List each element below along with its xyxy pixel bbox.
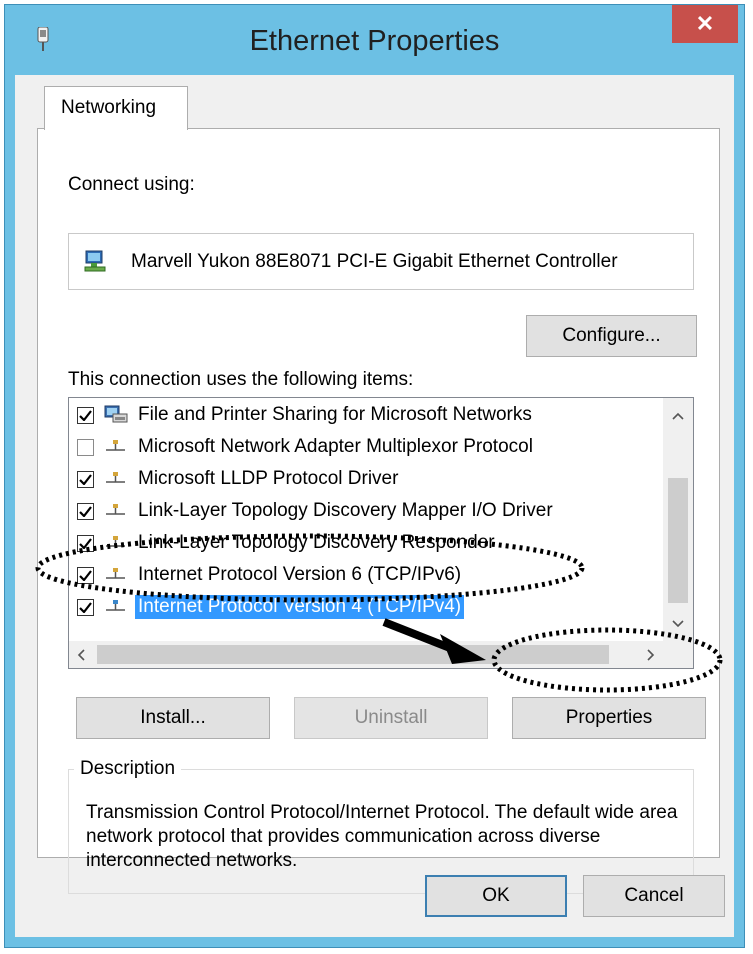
items-label: This connection uses the following items…: [68, 369, 414, 390]
list-item[interactable]: Internet Protocol Version 6 (TCP/IPv6): [77, 560, 464, 590]
list-item[interactable]: Link-Layer Topology Discovery Mapper I/O…: [77, 496, 556, 526]
dialog-client-area: Networking Connect using: Marvell Yukon …: [15, 75, 734, 937]
configure-button[interactable]: Configure...: [526, 315, 697, 357]
checkbox[interactable]: [77, 502, 94, 520]
cancel-button[interactable]: Cancel: [583, 875, 725, 917]
adapter-box: Marvell Yukon 88E8071 PCI-E Gigabit Ethe…: [68, 233, 694, 290]
connect-using-label: Connect using:: [68, 174, 195, 195]
item-label: Link-Layer Topology Discovery Mapper I/O…: [138, 500, 553, 521]
list-item-selected[interactable]: Internet Protocol Version 4 (TCP/IPv4): [77, 592, 465, 622]
description-text: Transmission Control Protocol/Internet P…: [86, 802, 678, 871]
chevron-down-icon[interactable]: [672, 620, 684, 628]
item-label: Internet Protocol Version 4 (TCP/IPv4): [135, 595, 465, 619]
item-label: File and Printer Sharing for Microsoft N…: [138, 404, 532, 425]
adapter-name: Marvell Yukon 88E8071 PCI-E Gigabit Ethe…: [131, 251, 618, 272]
list-item[interactable]: Microsoft LLDP Protocol Driver: [77, 464, 401, 494]
horizontal-scroll-thumb[interactable]: [97, 645, 609, 664]
properties-button[interactable]: Properties: [512, 697, 706, 739]
checkbox[interactable]: [77, 598, 94, 616]
window-title: Ethernet Properties: [249, 25, 500, 57]
description-label: Description: [74, 758, 182, 780]
checkbox[interactable]: [77, 470, 94, 488]
networking-panel: Connect using: Marvell Yukon 88E8071 PCI…: [37, 128, 720, 894]
ok-button[interactable]: OK: [425, 875, 567, 917]
item-label: Internet Protocol Version 6 (TCP/IPv6): [138, 564, 462, 585]
chevron-left-icon[interactable]: [77, 649, 85, 661]
title-bar[interactable]: Ethernet Properties ✕: [5, 5, 744, 75]
horizontal-scrollbar[interactable]: [69, 641, 665, 668]
chevron-right-icon[interactable]: [647, 649, 655, 661]
checkbox[interactable]: [77, 406, 94, 424]
protocol-icon: [106, 472, 125, 483]
protocol-icon: [106, 440, 125, 451]
dialog-window: Ethernet Properties ✕ Networking Connect…: [4, 4, 745, 948]
checkbox[interactable]: [77, 534, 94, 552]
checkbox[interactable]: [77, 438, 94, 456]
close-button[interactable]: ✕: [672, 5, 738, 43]
install-button[interactable]: Install...: [76, 697, 270, 739]
list-item[interactable]: Microsoft Network Adapter Multiplexor Pr…: [77, 432, 536, 462]
item-label: Microsoft Network Adapter Multiplexor Pr…: [138, 436, 533, 457]
protocol-icon: [106, 504, 125, 515]
protocol-icon: [106, 600, 125, 611]
item-label: Link-Layer Topology Discovery Responder: [138, 532, 495, 553]
protocol-icon: [106, 536, 125, 547]
item-label: Microsoft LLDP Protocol Driver: [138, 468, 399, 489]
checkbox[interactable]: [77, 566, 94, 584]
protocol-icon: [106, 568, 125, 579]
list-item[interactable]: Link-Layer Topology Discovery Responder: [77, 528, 498, 558]
list-item[interactable]: File and Printer Sharing for Microsoft N…: [77, 400, 535, 430]
network-adapter-icon: [84, 250, 106, 272]
uninstall-button: Uninstall: [294, 697, 488, 739]
tab-networking[interactable]: Networking: [44, 86, 188, 130]
scrollbar-corner: [663, 641, 693, 668]
close-icon: ✕: [695, 11, 715, 36]
vertical-scrollbar[interactable]: [663, 398, 693, 641]
vertical-scroll-thumb[interactable]: [668, 478, 688, 603]
items-list[interactable]: File and Printer Sharing for Microsoft N…: [68, 397, 694, 669]
chevron-up-icon[interactable]: [672, 412, 684, 420]
printer-sharing-icon: [104, 405, 128, 423]
